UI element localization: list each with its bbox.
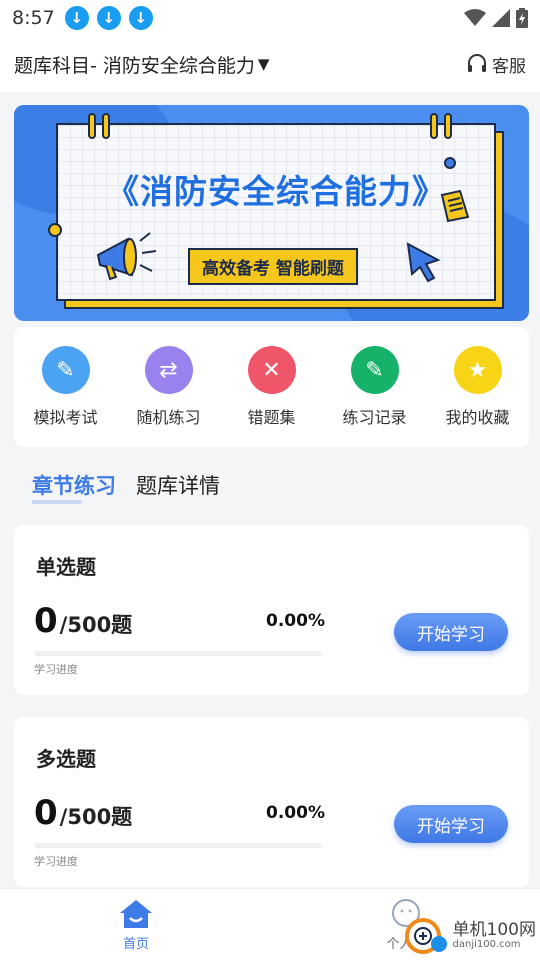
quick-item-favorites[interactable]: ★ 我的收藏 bbox=[428, 346, 528, 428]
question-card-single: 单选题 0 /500题 0.00% 学习进度 开始学习 bbox=[14, 525, 529, 695]
binder-ring bbox=[102, 113, 110, 139]
binder-ring bbox=[430, 113, 438, 139]
tab-question-bank-details[interactable]: 题库详情 bbox=[136, 470, 220, 500]
status-bar: 8:57 ↓ ↓ ↓ bbox=[0, 0, 540, 36]
decoration-dot bbox=[444, 157, 456, 169]
progress-percent: 0.00% bbox=[266, 611, 325, 631]
watermark-url: danji100.com bbox=[452, 938, 521, 950]
download-notification-icon: ↓ bbox=[96, 6, 121, 30]
wrong-questions-icon: ✕ bbox=[247, 346, 296, 394]
subject-selector[interactable]: 题库科目- 消防安全综合能力 ▼ bbox=[14, 51, 269, 78]
quick-label: 模拟考试 bbox=[33, 408, 98, 427]
answered-count: 0 /500题 bbox=[34, 793, 132, 833]
status-time: 8:57 bbox=[12, 7, 55, 29]
tab-chapter-practice[interactable]: 章节练习 bbox=[32, 470, 116, 504]
notice-board: 《消防安全综合能力》 高效备考 智能刷题 bbox=[48, 113, 496, 301]
top-bar: 题库科目- 消防安全综合能力 ▼ 客服 bbox=[0, 36, 540, 92]
progress-bar bbox=[34, 843, 322, 848]
bottom-navigation: 首页 个人中 单机100网 danji100.com bbox=[0, 888, 540, 960]
nav-home-label: 首页 bbox=[122, 937, 149, 952]
count-done: 0 bbox=[34, 793, 58, 833]
decoration-dot bbox=[48, 223, 62, 237]
progress-label: 学习进度 bbox=[34, 663, 78, 676]
quick-label: 我的收藏 bbox=[445, 408, 510, 427]
count-total: /500题 bbox=[59, 613, 133, 637]
quick-item-wrong-questions[interactable]: ✕ 错题集 bbox=[222, 346, 322, 428]
wifi-icon bbox=[464, 9, 486, 26]
headset-icon bbox=[468, 54, 486, 72]
quick-item-mock-exam[interactable]: ✎ 模拟考试 bbox=[16, 346, 116, 428]
watermark-logo-icon bbox=[404, 918, 447, 954]
quick-item-random-practice[interactable]: ⇄ 随机练习 bbox=[119, 346, 219, 428]
binder-ring bbox=[88, 113, 96, 139]
nav-home[interactable]: 首页 bbox=[86, 899, 186, 952]
star-icon: ★ bbox=[453, 346, 502, 394]
watermark-name: 单机100网 bbox=[452, 919, 536, 940]
quick-actions: ✎ 模拟考试 ⇄ 随机练习 ✕ 错题集 ✎ 练习记录 ★ 我的收藏 bbox=[14, 327, 529, 447]
signal-icon bbox=[492, 9, 510, 27]
customer-service-button[interactable]: 客服 bbox=[466, 52, 526, 77]
quick-item-practice-record[interactable]: ✎ 练习记录 bbox=[325, 346, 425, 428]
progress-bar bbox=[34, 651, 322, 656]
quick-label: 错题集 bbox=[247, 408, 296, 427]
banner-title: 《消防安全综合能力》 bbox=[106, 172, 446, 211]
banner-tagline: 高效备考 智能刷题 bbox=[188, 248, 358, 285]
battery-icon bbox=[516, 8, 528, 28]
caret-down-icon: ▼ bbox=[257, 55, 270, 73]
record-icon: ✎ bbox=[350, 346, 399, 394]
service-label: 客服 bbox=[492, 56, 526, 77]
shuffle-icon: ⇄ bbox=[144, 346, 193, 394]
progress-percent: 0.00% bbox=[266, 803, 325, 823]
site-watermark: 单机100网 danji100.com bbox=[403, 914, 536, 956]
binder-ring bbox=[444, 113, 452, 139]
subject-title: 题库科目- 消防安全综合能力 bbox=[14, 54, 255, 77]
card-title: 单选题 bbox=[36, 555, 96, 579]
download-notification-icon: ↓ bbox=[128, 6, 153, 30]
promo-banner[interactable]: 《消防安全综合能力》 高效备考 智能刷题 bbox=[14, 105, 529, 321]
quick-label: 随机练习 bbox=[136, 408, 201, 427]
quick-label: 练习记录 bbox=[342, 408, 407, 427]
cursor-icon bbox=[406, 242, 441, 283]
card-title: 多选题 bbox=[36, 747, 96, 771]
count-done: 0 bbox=[34, 601, 58, 641]
document-icon bbox=[440, 189, 470, 223]
exam-edit-icon: ✎ bbox=[41, 346, 90, 394]
answered-count: 0 /500题 bbox=[34, 601, 132, 641]
megaphone-icon bbox=[96, 232, 157, 281]
start-learning-button[interactable]: 开始学习 bbox=[394, 805, 508, 843]
download-notification-icon: ↓ bbox=[64, 6, 89, 30]
section-tabs: 章节练习 题库详情 bbox=[32, 470, 220, 504]
start-learning-button[interactable]: 开始学习 bbox=[394, 613, 508, 651]
home-icon bbox=[120, 900, 152, 928]
question-card-multiple: 多选题 0 /500题 0.00% 学习进度 开始学习 bbox=[14, 717, 529, 887]
count-total: /500题 bbox=[59, 805, 133, 829]
progress-label: 学习进度 bbox=[34, 855, 78, 868]
